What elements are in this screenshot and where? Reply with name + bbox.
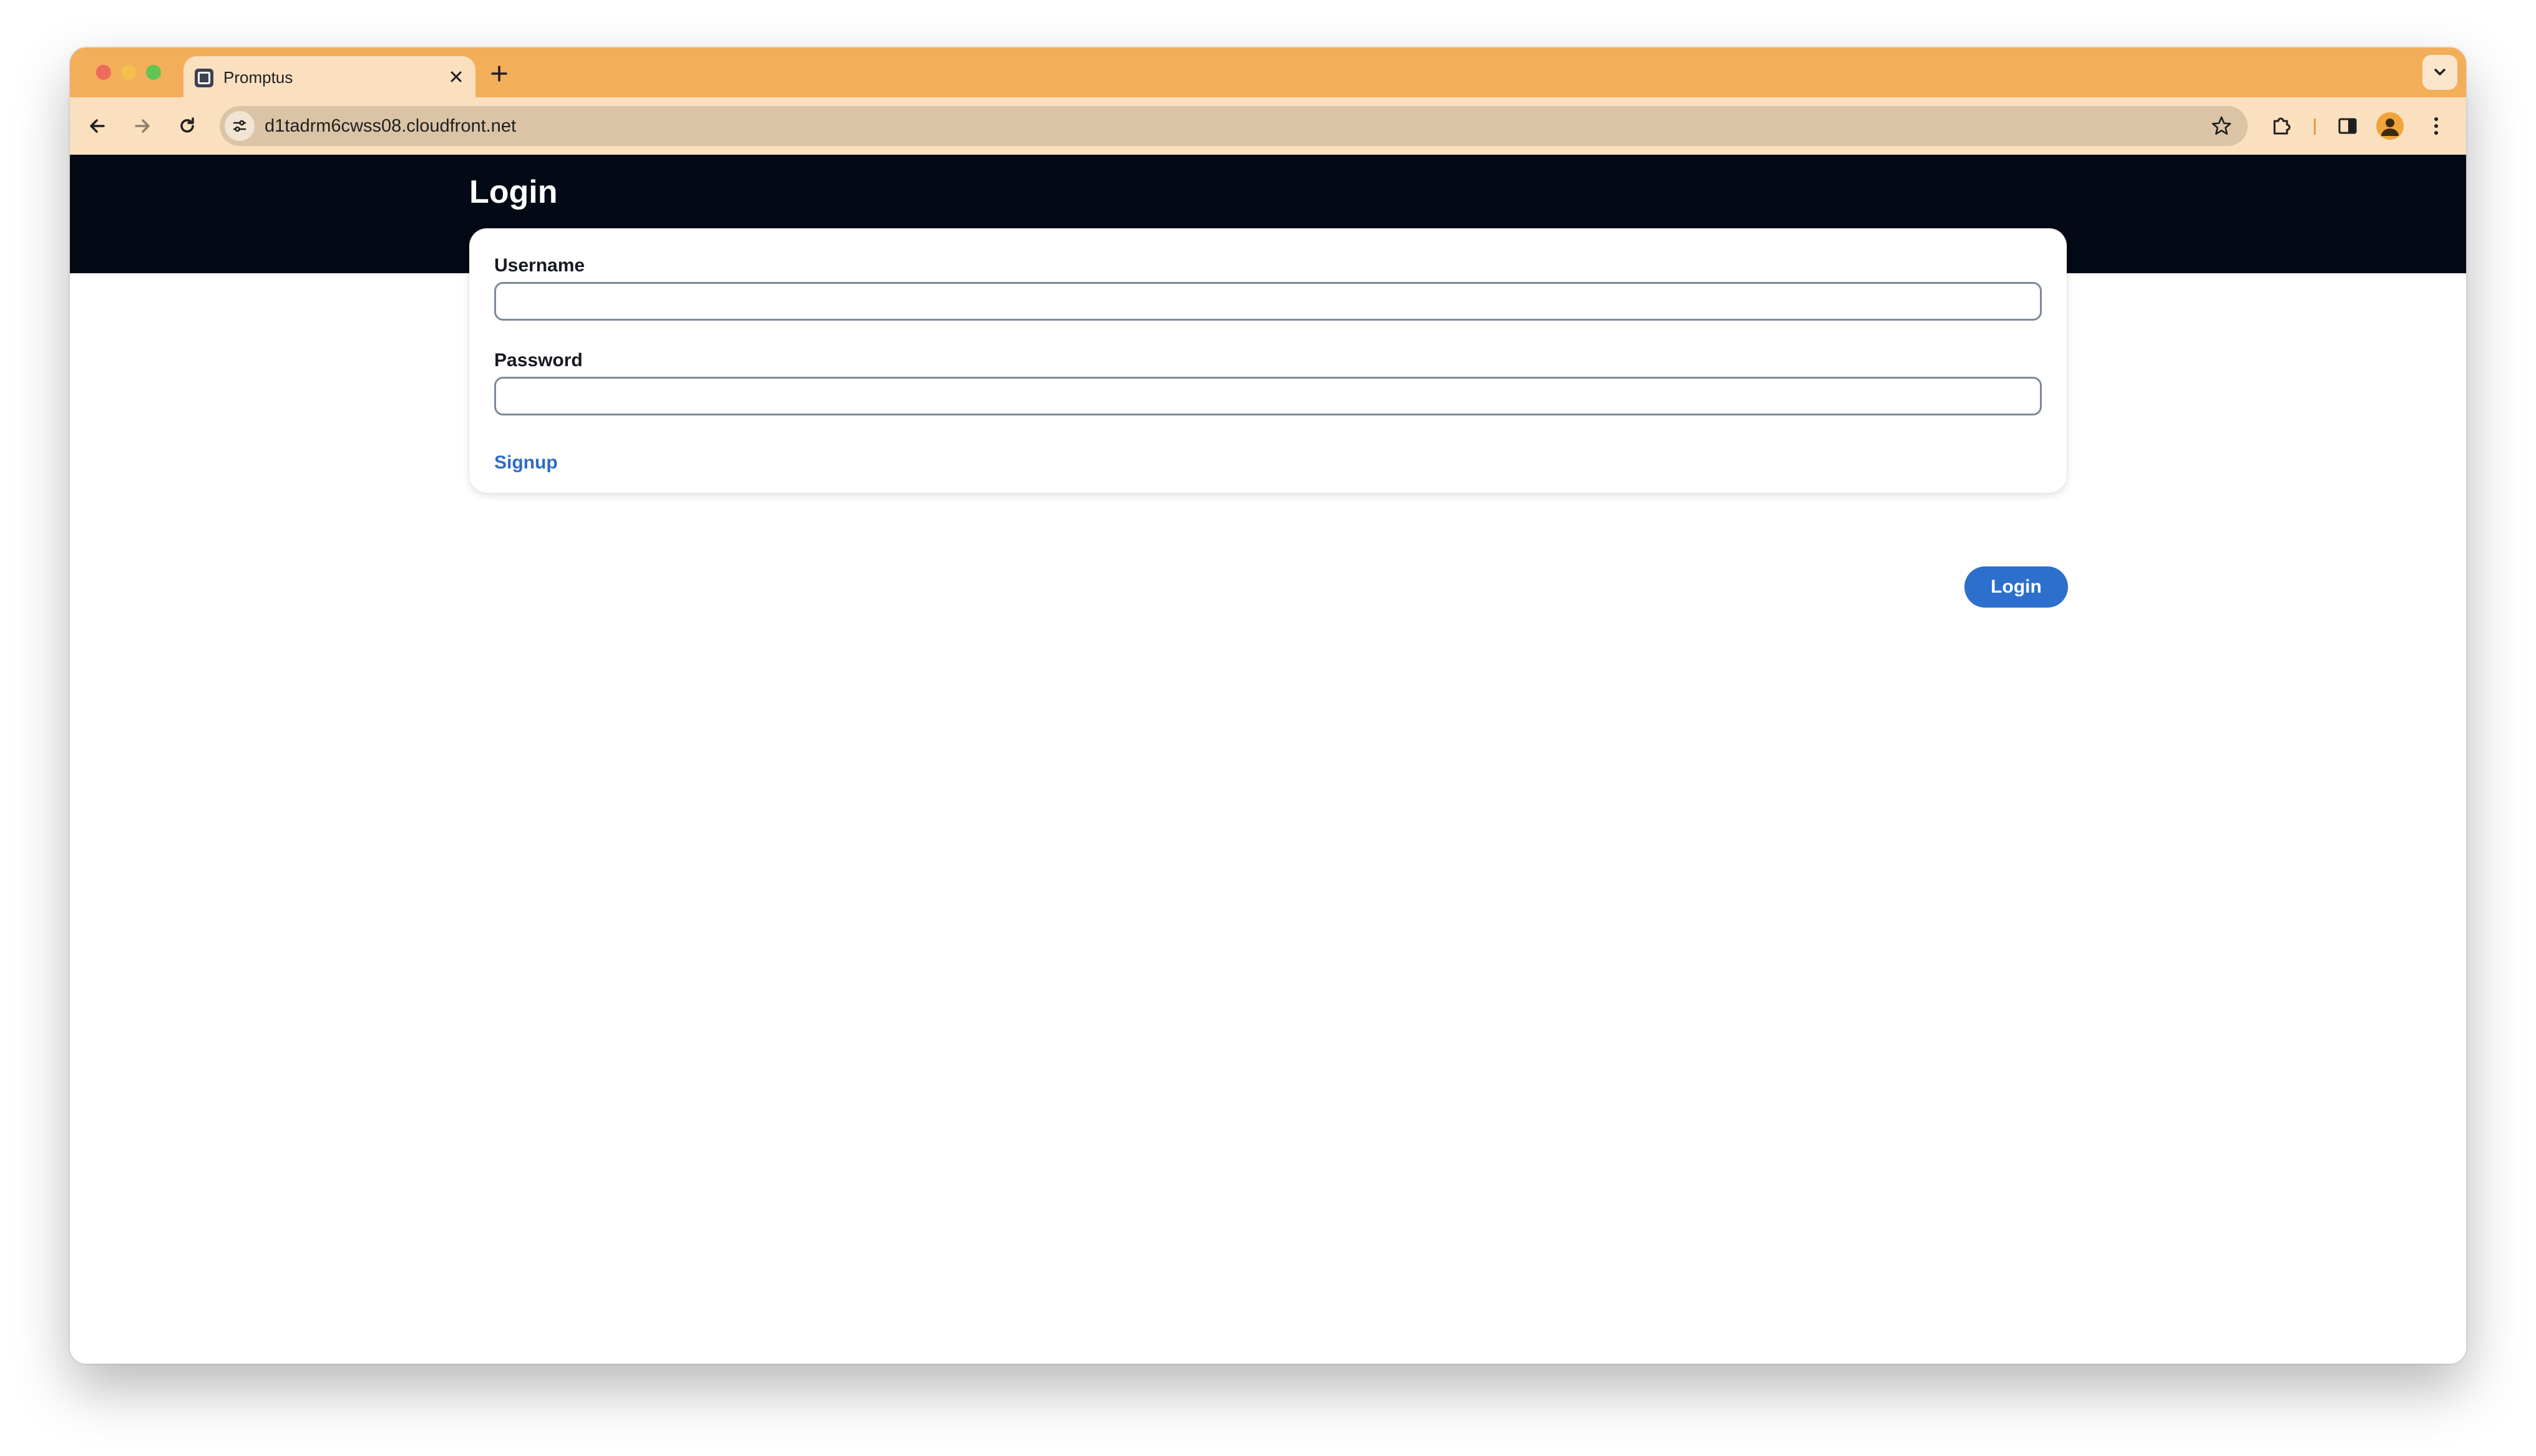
page-title: Login (469, 174, 558, 210)
address-bar[interactable]: d1tadrm6cwss08.cloudfront.net (220, 106, 2248, 146)
login-form-card: Username Password Signup (469, 228, 2067, 493)
forward-button[interactable] (126, 110, 158, 142)
username-label: Username (494, 255, 585, 276)
arrow-left-icon (90, 119, 105, 133)
password-label: Password (494, 350, 583, 371)
url-text[interactable]: d1tadrm6cwss08.cloudfront.net (265, 115, 516, 137)
tab-promptus[interactable]: Promptus (183, 56, 476, 97)
minimize-window-button[interactable] (121, 65, 136, 80)
page-content: Login Username Password Signup Login (70, 155, 2466, 1364)
new-tab-button[interactable] (487, 61, 512, 86)
signup-link[interactable]: Signup (494, 452, 558, 474)
tab-search-button[interactable] (2422, 55, 2457, 90)
back-button[interactable] (81, 110, 114, 142)
chevron-down-icon (2434, 69, 2446, 75)
toolbar-divider (2314, 119, 2316, 135)
reload-icon (180, 117, 194, 133)
plus-icon (491, 66, 507, 82)
favicon-icon (195, 69, 213, 87)
close-icon[interactable] (447, 67, 466, 86)
username-field[interactable] (494, 282, 2042, 321)
star-icon[interactable] (2209, 114, 2234, 138)
kebab-menu-icon[interactable] (2421, 111, 2451, 141)
puzzle-icon[interactable] (2266, 111, 2296, 141)
browser-window: Promptus d1tadrm6cwss08.cloudfront.net L… (70, 47, 2466, 1364)
password-field[interactable] (494, 377, 2042, 415)
browser-toolbar: d1tadrm6cwss08.cloudfront.net (70, 97, 2466, 155)
arrow-right-icon (135, 119, 150, 133)
tab-strip: Promptus (70, 47, 2466, 97)
close-window-button[interactable] (96, 65, 111, 80)
reload-button[interactable] (171, 110, 203, 142)
side-panel-icon[interactable] (2333, 111, 2363, 141)
maximize-window-button[interactable] (146, 65, 161, 80)
avatar-icon[interactable] (2376, 112, 2404, 140)
tune-icon[interactable] (225, 111, 255, 141)
tab-title: Promptus (223, 68, 293, 87)
login-button[interactable]: Login (1964, 566, 2068, 608)
